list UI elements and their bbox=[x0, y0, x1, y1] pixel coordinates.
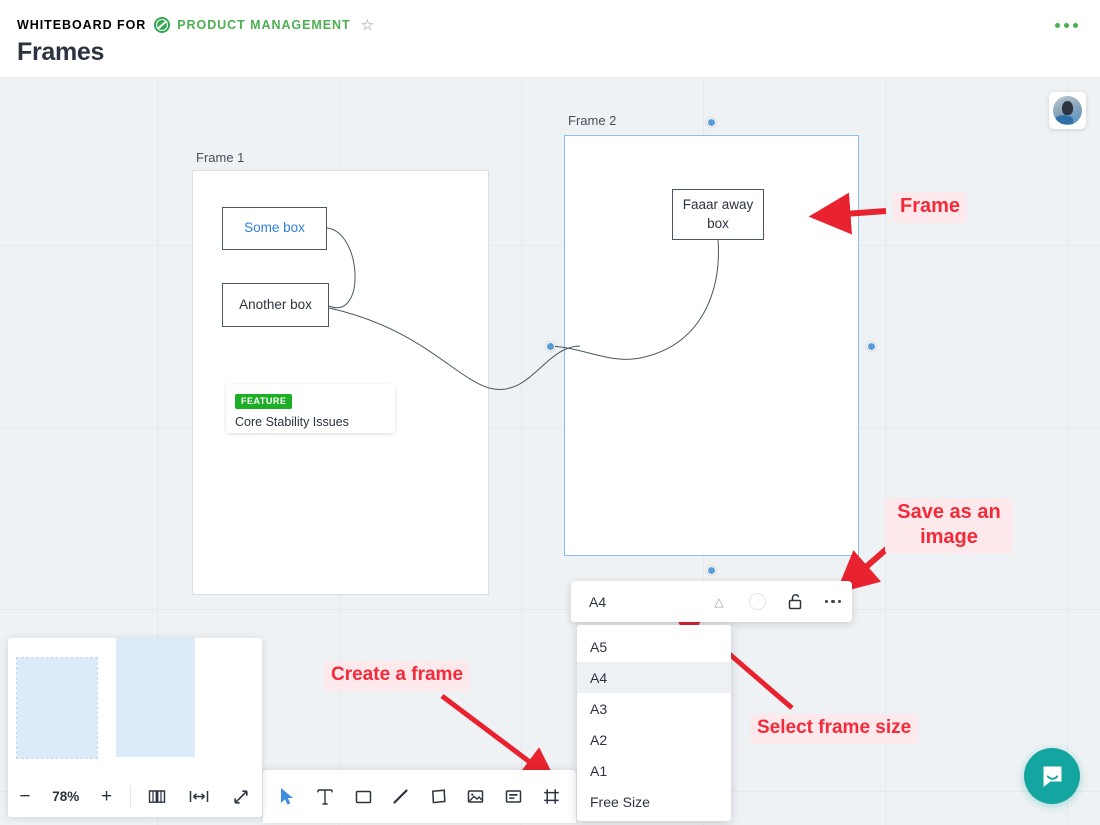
rectangle-icon[interactable] bbox=[347, 781, 379, 813]
pages-icon[interactable] bbox=[137, 776, 179, 817]
zoom-level-value[interactable]: 78% bbox=[42, 776, 90, 817]
shape-another-box[interactable]: Another box bbox=[222, 283, 329, 327]
star-outline-icon[interactable]: ☆ bbox=[361, 18, 374, 33]
menu-dot bbox=[1073, 23, 1078, 28]
resize-handle-right[interactable] bbox=[867, 342, 876, 351]
size-option-a4[interactable]: A4 bbox=[577, 662, 731, 693]
resize-handle-top[interactable] bbox=[707, 118, 716, 127]
minimap-preview[interactable] bbox=[8, 638, 262, 776]
frame-size-dropdown[interactable]: A5 A4 A3 A2 A1 Free Size bbox=[577, 625, 731, 821]
user-avatar-icon bbox=[1053, 96, 1082, 125]
size-option-a5[interactable]: A5 bbox=[577, 631, 731, 662]
breadcrumb-workspace-link[interactable]: PRODUCT MANAGEMENT bbox=[177, 18, 350, 32]
feature-card[interactable]: FEATURE Core Stability Issues bbox=[226, 384, 395, 433]
annotation-frame: Frame bbox=[893, 192, 967, 223]
more-horizontal-icon[interactable] bbox=[1050, 18, 1083, 33]
canvas-toolbar[interactable] bbox=[263, 770, 576, 823]
fit-width-icon[interactable] bbox=[178, 776, 220, 817]
feature-card-title: Core Stability Issues bbox=[235, 415, 386, 429]
breadcrumb: WHITEBOARD FOR PRODUCT MANAGEMENT ☆ bbox=[17, 17, 374, 33]
resize-handle-bottom[interactable] bbox=[707, 566, 716, 575]
app-header: WHITEBOARD FOR PRODUCT MANAGEMENT ☆ Fram… bbox=[0, 0, 1100, 78]
expand-icon[interactable] bbox=[220, 776, 262, 817]
frame-icon[interactable] bbox=[535, 781, 567, 813]
size-option-a3[interactable]: A3 bbox=[577, 693, 731, 724]
menu-dot bbox=[1064, 23, 1069, 28]
frame-label-1[interactable]: Frame 1 bbox=[196, 150, 244, 165]
page-title: Frames bbox=[17, 38, 104, 67]
menu-dot bbox=[1055, 23, 1060, 28]
status-badge: FEATURE bbox=[235, 394, 292, 409]
minus-icon[interactable]: − bbox=[8, 776, 42, 817]
image-icon[interactable] bbox=[460, 781, 492, 813]
shape-faaar-away-box[interactable]: Faaar away box bbox=[672, 189, 764, 240]
card-icon[interactable] bbox=[498, 781, 530, 813]
chevron-up-icon[interactable]: △ bbox=[700, 581, 738, 622]
whiteboard-canvas[interactable]: Frame 1 Frame 2 Some box Another box Faa… bbox=[0, 78, 1100, 825]
annotation-select-frame-size: Select frame size bbox=[750, 714, 918, 744]
annotation-save-as-image: Save as an image bbox=[885, 498, 1013, 554]
sticky-note-icon[interactable] bbox=[422, 781, 454, 813]
avatar[interactable] bbox=[1049, 92, 1086, 129]
unlock-icon[interactable] bbox=[776, 581, 814, 622]
product-logo-icon bbox=[154, 17, 170, 33]
more-horizontal-icon[interactable] bbox=[814, 581, 852, 622]
chat-bubble-icon[interactable] bbox=[1024, 748, 1080, 804]
resize-handle-left[interactable] bbox=[546, 342, 555, 351]
size-option-a2[interactable]: A2 bbox=[577, 724, 731, 755]
cursor-icon[interactable] bbox=[272, 781, 304, 813]
shape-label: Some box bbox=[244, 219, 305, 237]
minimap-panel[interactable]: − 78% + bbox=[8, 638, 262, 817]
breadcrumb-prefix: WHITEBOARD FOR bbox=[17, 18, 146, 32]
frame-size-value[interactable]: A4 bbox=[571, 594, 700, 610]
divider bbox=[130, 786, 131, 808]
minimap-frame-1 bbox=[17, 658, 97, 758]
zoom-controls: − 78% + bbox=[8, 776, 262, 817]
text-icon[interactable] bbox=[309, 781, 341, 813]
size-option-free-size[interactable]: Free Size bbox=[577, 786, 731, 817]
shape-some-box[interactable]: Some box bbox=[222, 207, 327, 250]
shape-label: Another box bbox=[239, 296, 312, 314]
minimap-frame-2 bbox=[116, 638, 195, 757]
plus-icon[interactable]: + bbox=[90, 776, 124, 817]
size-option-a1[interactable]: A1 bbox=[577, 755, 731, 786]
annotation-create-a-frame: Create a frame bbox=[324, 661, 470, 691]
shape-label: Faaar away box bbox=[673, 196, 763, 232]
color-swatch-icon[interactable] bbox=[738, 581, 776, 622]
line-icon[interactable] bbox=[385, 781, 417, 813]
frame-settings-bar[interactable]: A4 △ bbox=[571, 581, 852, 622]
frame-label-2[interactable]: Frame 2 bbox=[568, 113, 616, 128]
